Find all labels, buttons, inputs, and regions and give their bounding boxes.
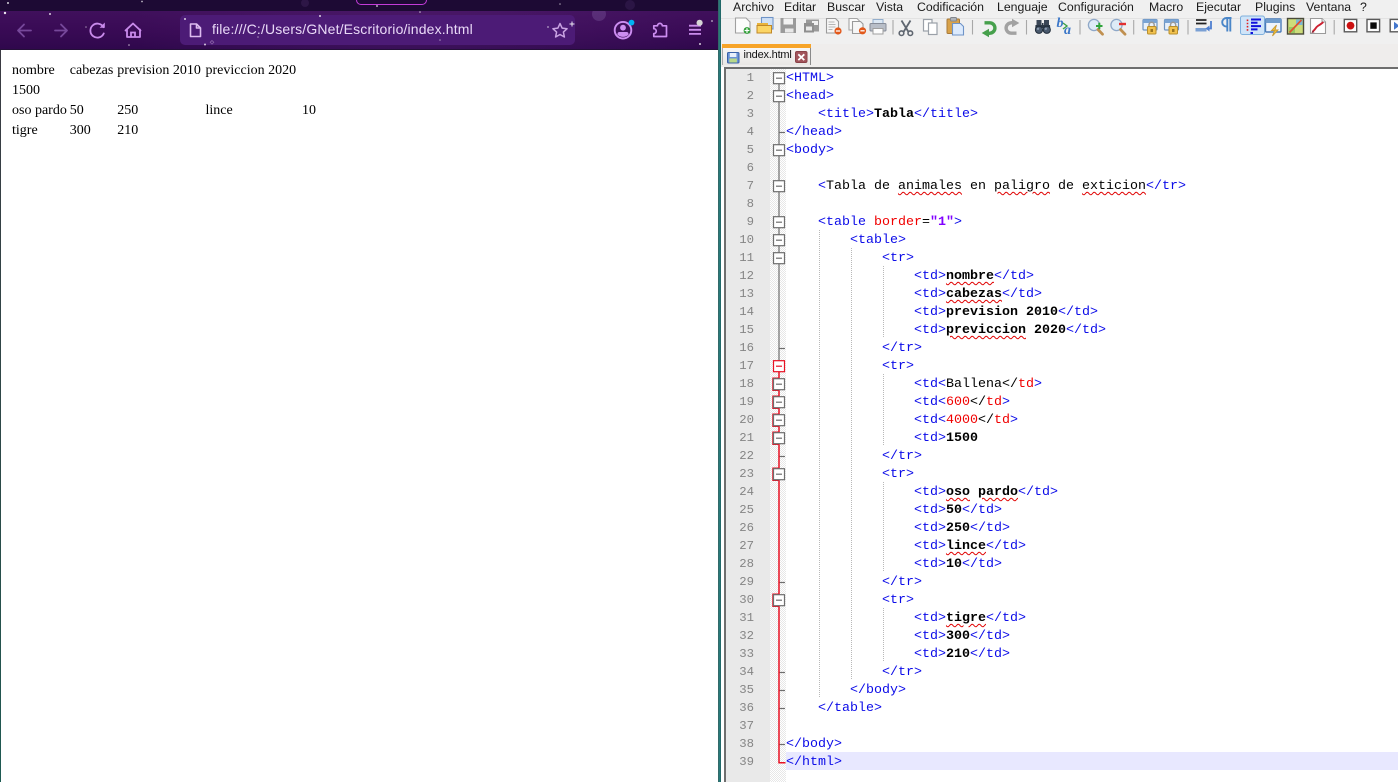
svg-text:b: b (1057, 16, 1064, 31)
